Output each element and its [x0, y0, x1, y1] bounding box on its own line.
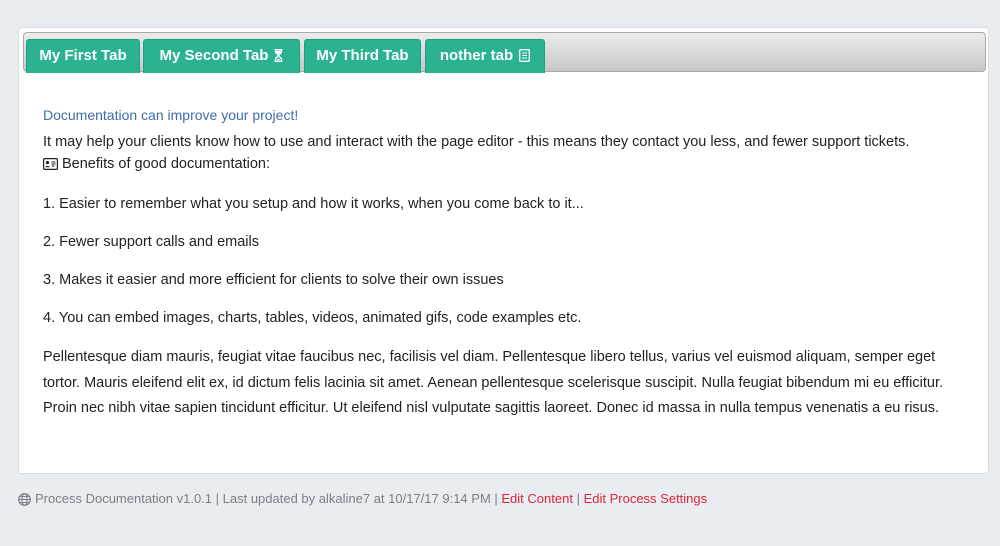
- globe-icon: [18, 492, 31, 512]
- content-title: Documentation can improve your project!: [43, 107, 299, 123]
- id-card-icon: [43, 155, 59, 177]
- documentation-panel: My First Tab My Second Tab My Third Tab …: [18, 27, 989, 474]
- tab-bar: My First Tab My Second Tab My Third Tab …: [23, 32, 986, 73]
- list-item: 1. Easier to remember what you setup and…: [43, 196, 584, 212]
- tab-my-first-tab[interactable]: My First Tab: [26, 39, 140, 73]
- book-icon: [519, 42, 531, 74]
- footer-separator: |: [576, 491, 580, 506]
- tab-my-second-tab[interactable]: My Second Tab: [143, 39, 300, 73]
- edit-content-link[interactable]: Edit Content: [501, 491, 573, 506]
- benefits-heading: Benefits of good documentation:: [43, 153, 973, 177]
- list-item: 3. Makes it easier and more efficient fo…: [43, 272, 504, 288]
- footer: Process Documentation v1.0.1 | Last upda…: [18, 489, 707, 512]
- tab-label: My Second Tab: [159, 47, 269, 64]
- hourglass-icon: [274, 42, 283, 74]
- tab-my-third-tab[interactable]: My Third Tab: [304, 39, 421, 73]
- list-item: 4. You can embed images, charts, tables,…: [43, 310, 582, 326]
- intro-paragraph: It may help your clients know how to use…: [43, 134, 910, 150]
- lorem-paragraph: Pellentesque diam mauris, feugiat vitae …: [43, 349, 944, 416]
- list-item: 2. Fewer support calls and emails: [43, 234, 259, 250]
- tab-label: My First Tab: [39, 47, 127, 64]
- tab-content: Documentation can improve your project! …: [43, 104, 973, 422]
- tab-label: My Third Tab: [316, 47, 409, 64]
- tab-nother-tab[interactable]: nother tab: [425, 39, 545, 73]
- edit-process-settings-link[interactable]: Edit Process Settings: [584, 491, 708, 506]
- footer-info: Process Documentation v1.0.1 | Last upda…: [35, 491, 498, 506]
- tab-label: nother tab: [439, 47, 514, 64]
- benefits-label: Benefits of good documentation:: [62, 156, 270, 172]
